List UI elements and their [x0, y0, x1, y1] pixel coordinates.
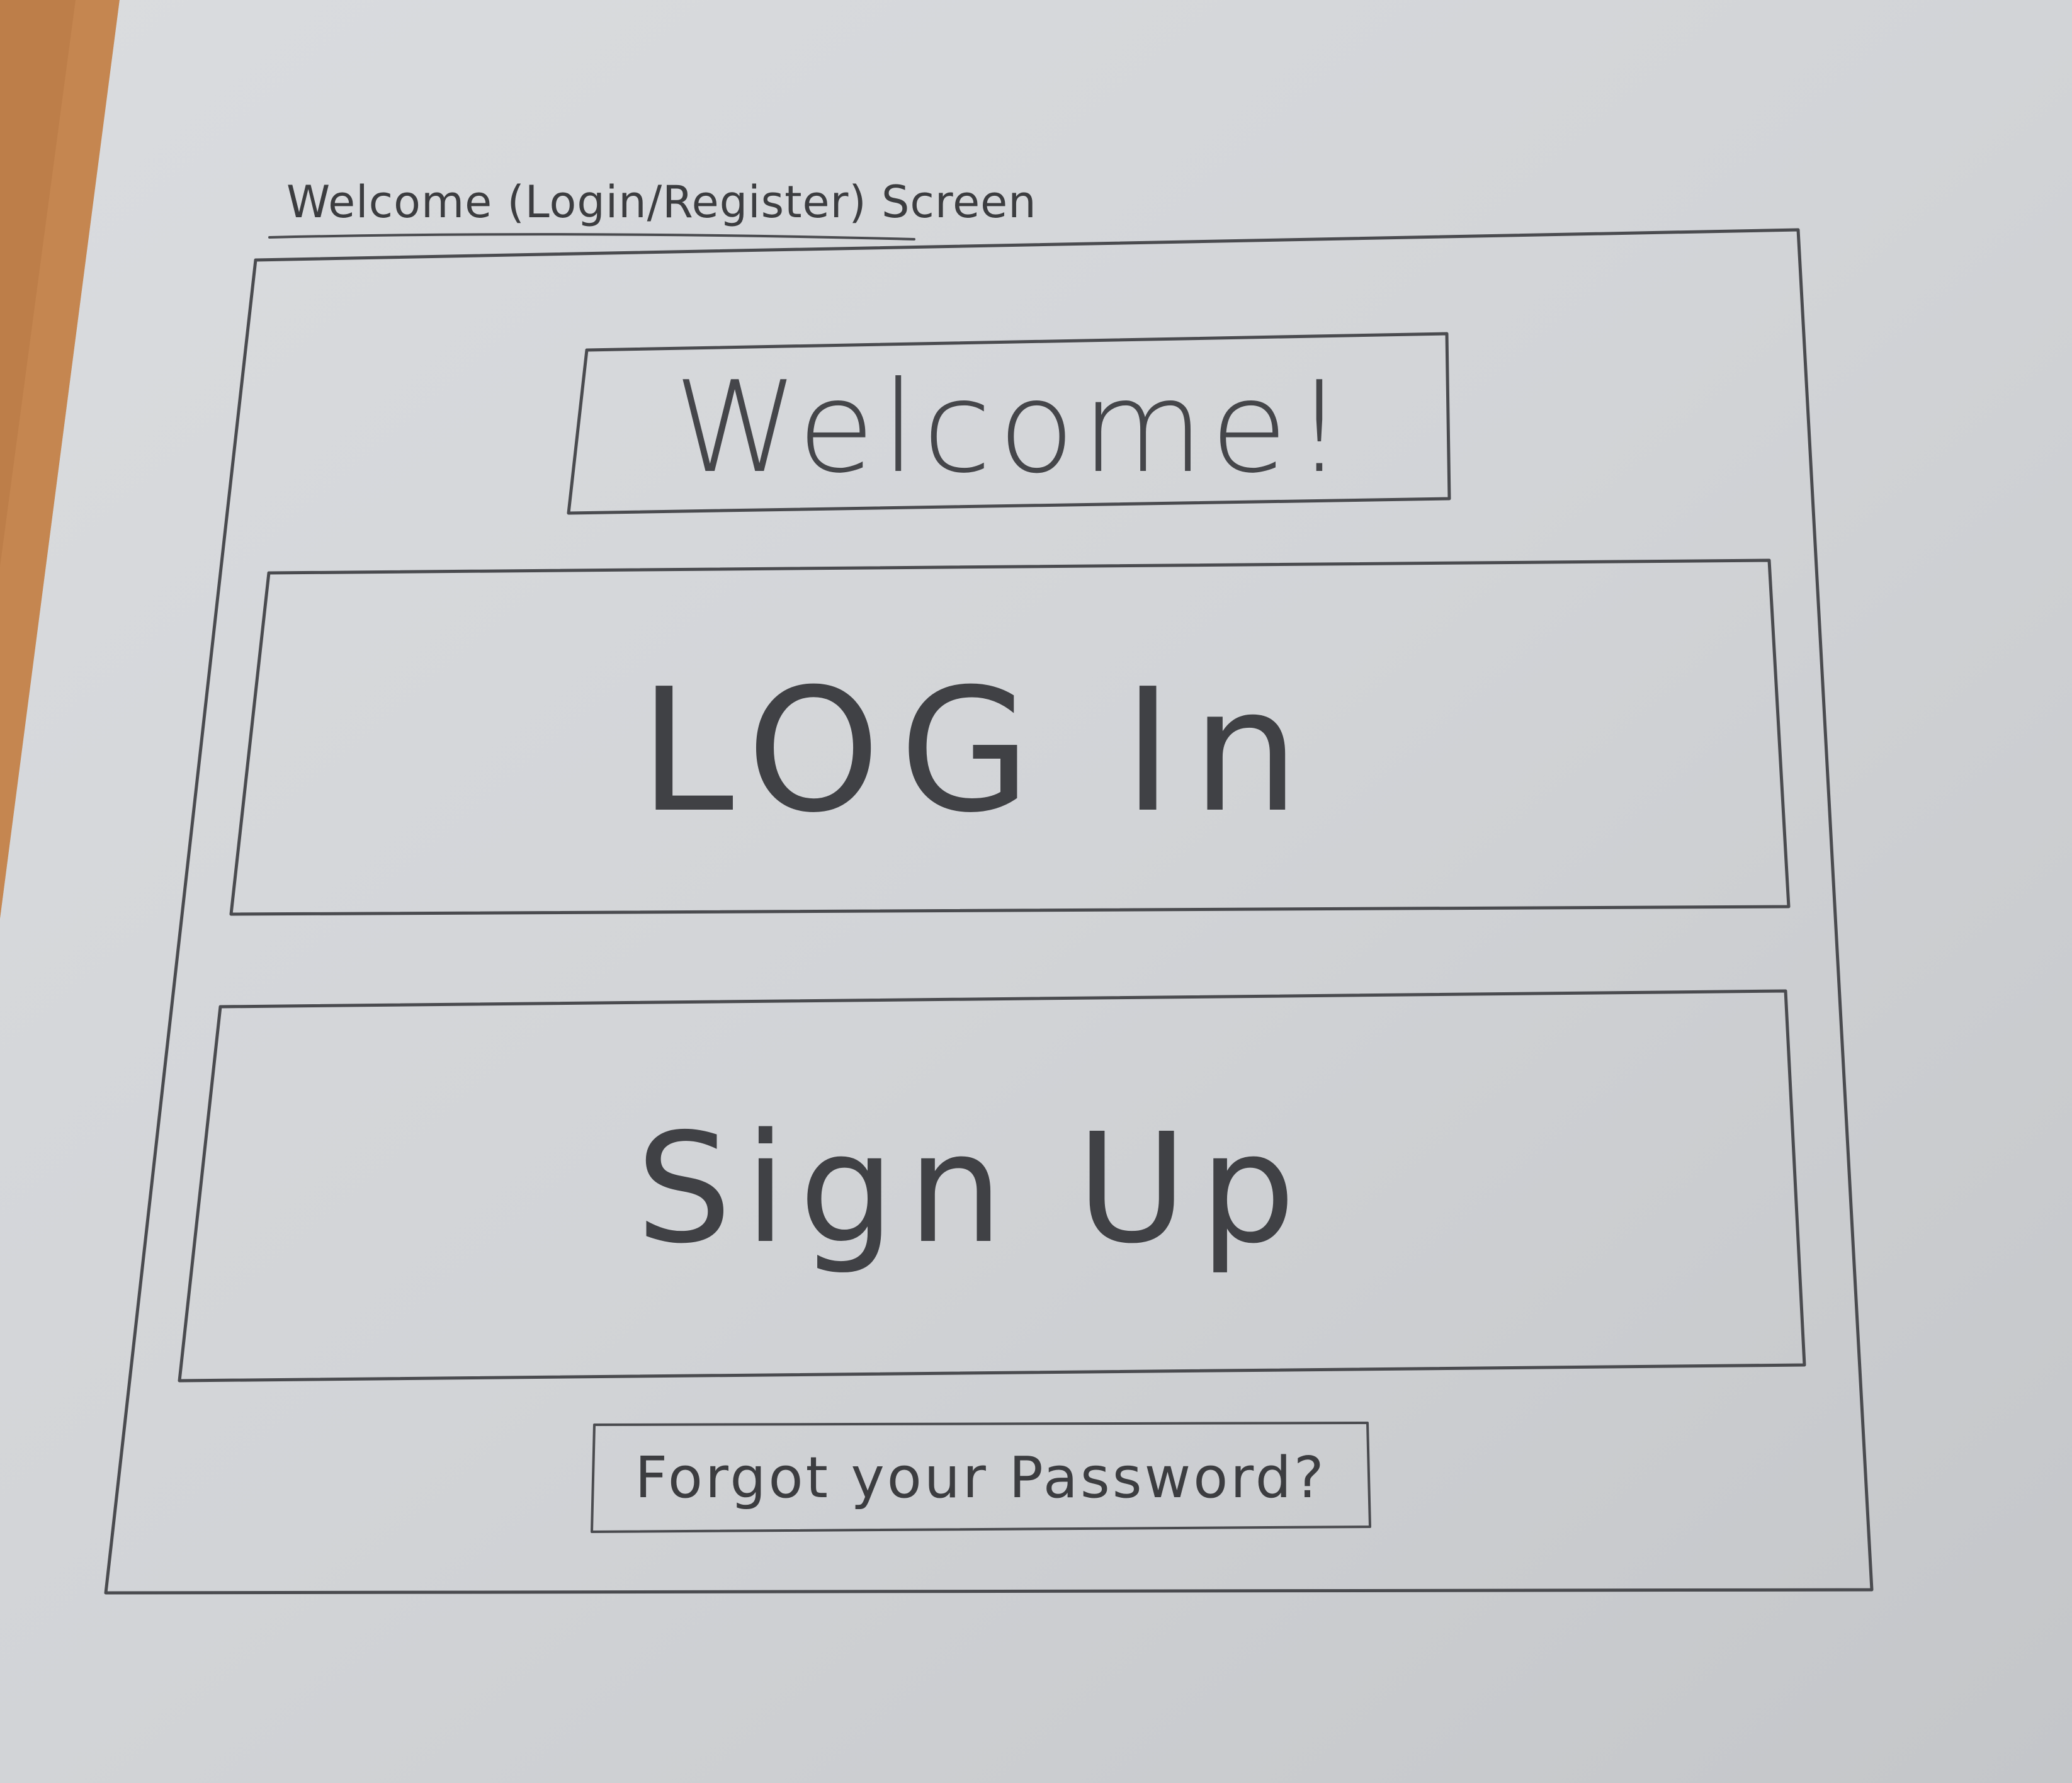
signup-button-label: Sign Up — [636, 1100, 1308, 1277]
forgot-password-label: Forgot your Password? — [635, 1444, 1327, 1511]
caption-underline — [268, 233, 915, 241]
login-button-label: LOG In — [639, 651, 1319, 850]
welcome-heading: Welcome! — [674, 354, 1351, 501]
screen-caption: Welcome (Login/Register) Screen — [286, 176, 1037, 228]
